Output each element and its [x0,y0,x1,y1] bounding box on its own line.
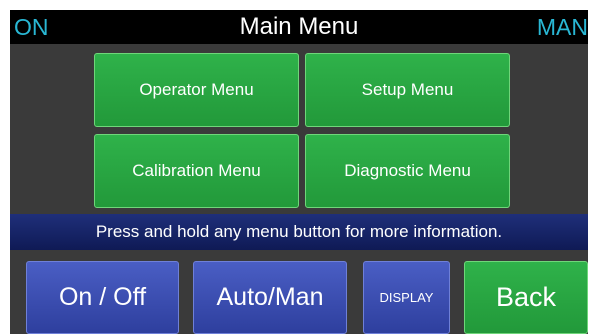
device-screen: ON Main Menu MAN Operator Menu Setup Men… [10,10,588,334]
calibration-menu-button[interactable]: Calibration Menu [94,134,299,208]
mode-status: MAN [536,14,588,40]
title-bar: ON Main Menu MAN [10,10,588,44]
info-message: Press and hold any menu button for more … [10,214,588,250]
auto-man-button[interactable]: Auto/Man [193,261,347,334]
setup-menu-button[interactable]: Setup Menu [305,53,510,127]
diagnostic-menu-button[interactable]: Diagnostic Menu [305,134,510,208]
page-title: Main Menu [239,13,359,40]
display-button[interactable]: DISPLAY [363,261,450,334]
on-off-button[interactable]: On / Off [26,261,179,334]
operator-menu-button[interactable]: Operator Menu [94,53,299,127]
back-button[interactable]: Back [464,261,588,334]
